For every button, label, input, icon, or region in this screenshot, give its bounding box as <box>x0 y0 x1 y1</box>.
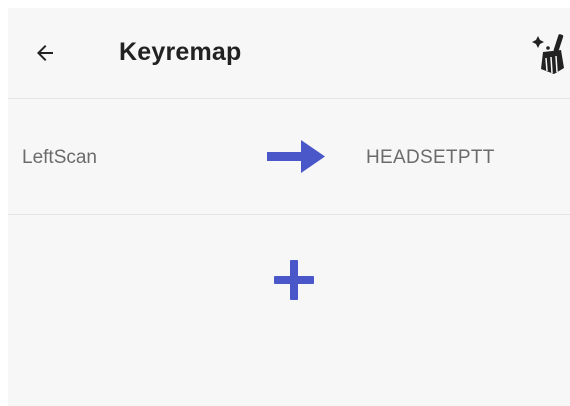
arrow-back-icon <box>37 45 53 61</box>
source-key-label: LeftScan <box>22 147 97 168</box>
arrow-right-icon <box>267 140 325 173</box>
add-mapping-button[interactable] <box>264 250 324 310</box>
plus-icon <box>274 260 314 300</box>
back-button[interactable] <box>28 36 62 70</box>
keyremap-screen: Keyremap LeftScan HEADSETPTT <box>8 8 570 406</box>
mapping-row[interactable]: LeftScan HEADSETPTT <box>8 99 570 215</box>
clear-mappings-button[interactable] <box>530 34 570 76</box>
broom-clear-icon <box>532 34 564 74</box>
page-title: Keyremap <box>119 38 242 66</box>
app-bar: Keyremap <box>8 8 570 99</box>
target-key-label: HEADSETPTT <box>366 147 495 168</box>
